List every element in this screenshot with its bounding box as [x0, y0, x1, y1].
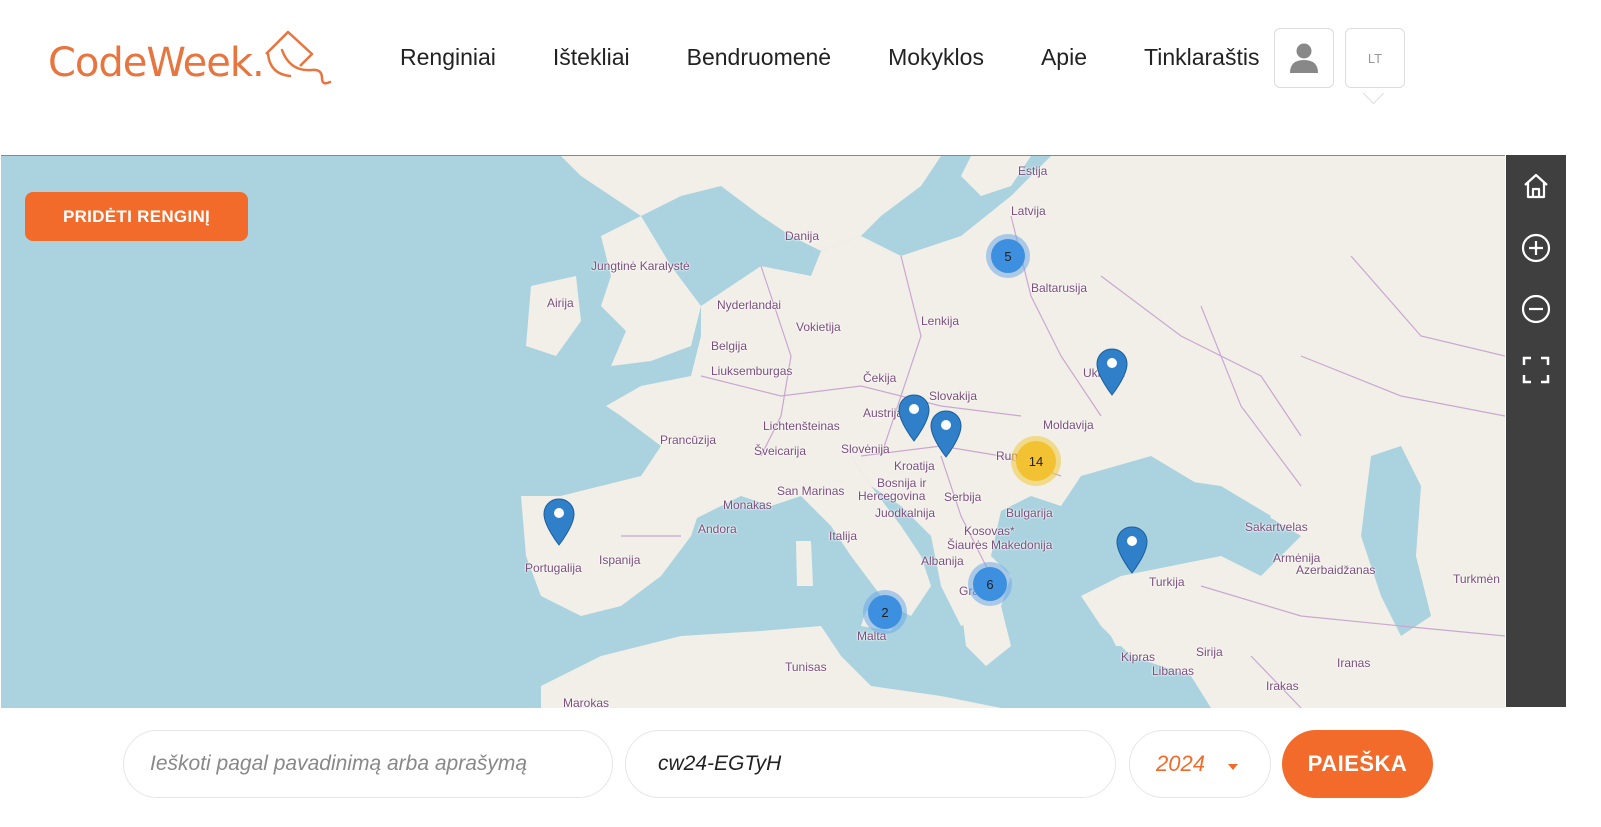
label-lenkija: Lenkija — [921, 314, 960, 328]
search-placeholder: Ieškoti pagal pavadinimą arba aprašymą — [150, 752, 528, 775]
label-hercegovina: Hercegovina — [858, 489, 926, 503]
label-turkmen: Turkmėn — [1453, 572, 1500, 586]
map-pin-icon[interactable] — [543, 498, 575, 546]
label-nyderlandai: Nyderlandai — [717, 298, 782, 312]
search-button[interactable]: PAIEŠKA — [1282, 730, 1433, 798]
label-juodkalnija: Juodkalnija — [875, 506, 936, 520]
user-icon — [1290, 43, 1318, 73]
fullscreen-icon — [1522, 356, 1550, 384]
label-albanija: Albanija — [921, 554, 964, 568]
label-sveicarija: Šveicarija — [754, 444, 807, 458]
language-selector[interactable]: LT — [1345, 28, 1405, 88]
label-estija: Estija — [1018, 164, 1048, 178]
label-azerbaidzanas: Azerbaidžanas — [1296, 563, 1376, 577]
label-italija: Italija — [829, 529, 858, 543]
nav-mokyklos[interactable]: Mokyklos — [888, 44, 984, 71]
year-value: 2024 — [1156, 751, 1205, 776]
page-edge — [1566, 0, 1601, 827]
user-account-button[interactable] — [1274, 28, 1334, 88]
cluster-marker[interactable]: 14 — [1011, 436, 1061, 486]
label-portugalija: Portugalija — [525, 561, 582, 575]
label-cekija: Čekija — [863, 371, 897, 385]
label-bosnija: Bosnija ir — [877, 476, 927, 490]
cluster-marker[interactable]: 5 — [986, 234, 1030, 278]
event-code-value: cw24-EGTyH — [658, 752, 782, 775]
label-siaures-makedonija: Šiaurės Makedonija — [947, 538, 1053, 552]
label-latvija: Latvija — [1011, 204, 1046, 218]
chevron-down-icon — [1228, 764, 1238, 770]
label-austrija: Austrija — [863, 406, 904, 420]
label-baltarusija: Baltarusija — [1031, 281, 1088, 295]
label-san-marinas: San Marinas — [777, 484, 845, 498]
cluster-marker[interactable]: 6 — [968, 562, 1012, 606]
label-marokas: Marokas — [563, 696, 610, 708]
logo-mark-icon — [264, 30, 331, 85]
map-pin-icon[interactable] — [1096, 348, 1128, 396]
events-map[interactable]: Estija Latvija Danija Jungtinė Karalystė… — [1, 155, 1505, 708]
zoom-out-icon — [1521, 294, 1551, 324]
site-header: CodeWeek. Renginiai Ištekliai Bendruomen… — [0, 0, 1601, 155]
label-monakas: Monakas — [723, 498, 772, 512]
nav-apie[interactable]: Apie — [1041, 44, 1087, 71]
label-andora: Andora — [698, 522, 737, 536]
label-jk: Jungtinė Karalystė — [591, 259, 690, 273]
label-airija: Airija — [547, 296, 574, 310]
label-sirija: Sirija — [1196, 645, 1223, 659]
label-kipras: Kipras — [1121, 650, 1156, 664]
cluster-marker[interactable]: 2 — [863, 590, 907, 634]
label-slovenija: Slovėnija — [841, 442, 890, 456]
label-tunisas: Tunisas — [785, 660, 827, 674]
home-button[interactable] — [1521, 171, 1551, 201]
label-libanas: Libanas — [1152, 664, 1195, 678]
zoom-in-button[interactable] — [1521, 233, 1551, 263]
label-turkija: Turkija — [1149, 575, 1185, 589]
event-code-input[interactable]: cw24-EGTyH — [625, 730, 1116, 798]
search-bar: Ieškoti pagal pavadinimą arba aprašymą c… — [0, 708, 1566, 827]
map-pin-icon[interactable] — [1116, 526, 1148, 574]
add-event-button[interactable]: PRIDĖTI RENGINĮ — [25, 192, 248, 241]
label-ispanija: Ispanija — [599, 553, 641, 567]
fullscreen-button[interactable] — [1521, 355, 1551, 385]
label-moldavija: Moldavija — [1043, 418, 1094, 432]
label-prancuzija: Prancūzija — [660, 433, 717, 447]
zoom-out-button[interactable] — [1521, 294, 1551, 324]
map-pin-icon[interactable] — [898, 394, 930, 442]
label-irakas: Irakas — [1266, 679, 1299, 693]
label-serbija: Serbija — [944, 490, 982, 504]
nav-bendruomene[interactable]: Bendruomenė — [687, 44, 832, 71]
label-vokietija: Vokietija — [796, 320, 841, 334]
map-pin-icon[interactable] — [930, 410, 962, 458]
logo-text: CodeWeek. — [48, 40, 265, 86]
home-icon — [1524, 173, 1548, 199]
nav-renginiai[interactable]: Renginiai — [400, 44, 496, 71]
main-nav: Renginiai Ištekliai Bendruomenė Mokyklos… — [400, 44, 1259, 71]
label-bulgarija: Bulgarija — [1006, 506, 1053, 520]
label-kroatija: Kroatija — [894, 459, 935, 473]
codeweek-logo[interactable]: CodeWeek. — [48, 30, 338, 94]
label-kosovas: Kosovas* — [964, 524, 1015, 538]
nav-tinklarastis[interactable]: Tinklaraštis — [1144, 44, 1259, 71]
label-lichtensteinas: Lichtenšteinas — [763, 419, 840, 433]
label-belgija: Belgija — [711, 339, 748, 353]
search-query-input[interactable]: Ieškoti pagal pavadinimą arba aprašymą — [123, 730, 613, 798]
label-slovakija: Slovakija — [929, 389, 978, 403]
zoom-in-icon — [1521, 233, 1551, 263]
year-select[interactable]: 2024 — [1129, 730, 1271, 798]
label-liuksemburgas: Liuksemburgas — [711, 364, 793, 378]
map-controls — [1506, 155, 1566, 707]
label-iranas: Iranas — [1337, 656, 1371, 670]
label-danija: Danija — [785, 229, 820, 243]
label-sakartvelas: Sakartvelas — [1245, 520, 1308, 534]
nav-istekliai[interactable]: Ištekliai — [553, 44, 630, 71]
